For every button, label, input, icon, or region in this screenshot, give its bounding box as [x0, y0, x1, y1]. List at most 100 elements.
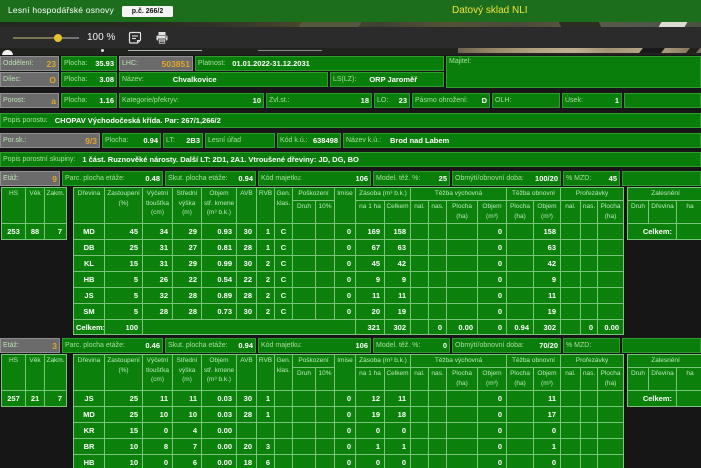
table-cell: 63 — [534, 240, 560, 255]
column-header-vek: Věk — [26, 355, 44, 390]
table-cell: 0.89 — [202, 288, 236, 303]
table-cell: 0.81 — [202, 240, 236, 255]
column-header-zasoba: Zásoba (m³ b.k.) — [356, 355, 410, 367]
table-cell — [581, 240, 597, 255]
table-cell: 1 — [257, 391, 274, 406]
column-subheader-nal: nal. — [561, 201, 580, 223]
table-cell: 29 — [173, 224, 201, 239]
field-plocha-oddeleni: Plocha: 35.93 — [61, 56, 117, 71]
table-cell: 5 — [105, 272, 142, 287]
field-label: Etáž: — [3, 342, 19, 349]
table-cell — [598, 240, 623, 255]
field-label: Kategorie/překryv: — [122, 97, 179, 104]
column-header-prorezavky: Prořezávky — [561, 355, 623, 367]
table-cell: 2 — [257, 304, 274, 319]
column-subheader-nal: nal. — [411, 201, 428, 223]
table-cell — [447, 272, 477, 287]
column-subheader-pct10: 10% — [316, 368, 334, 390]
notes-icon[interactable] — [128, 31, 142, 45]
table-cell — [447, 455, 477, 468]
table-cell — [507, 423, 533, 438]
table-cell: 0 — [478, 224, 506, 239]
column-subheader-plocha_ha: Plocha (ha) — [507, 368, 533, 390]
table-cell: 1 — [356, 439, 384, 454]
field-skut-plocha-etaze: Skut. plocha etáže:0.94 — [165, 171, 256, 186]
column-subheader-druh: Druh — [628, 368, 648, 390]
total-cell: 100 — [105, 320, 142, 334]
field-value: 1 část. Ruznověké nárosty. Další LT: 2D1… — [82, 155, 358, 164]
table-cell — [507, 391, 533, 406]
table-cell: 25 — [105, 407, 142, 422]
table-cell: 0.93 — [202, 224, 236, 239]
table-cell — [293, 288, 315, 303]
table-cell: 30 — [237, 391, 256, 406]
total-cell: 302 — [385, 320, 410, 334]
field-value: 01.01.2022-31.12.2031 — [232, 59, 310, 68]
table-cell: 0 — [356, 423, 384, 438]
zoom-slider[interactable] — [13, 27, 79, 48]
field-nazev-ku: Název k.ú.: Brod nad Labem — [343, 133, 701, 148]
table-cell: 2 — [257, 288, 274, 303]
table-cell — [581, 423, 597, 438]
table-cell — [237, 423, 256, 438]
field-label: Dílec: — [3, 76, 21, 83]
table-cell: 25 — [105, 391, 142, 406]
hs-cell: 253 — [2, 224, 25, 239]
table-cell: 3 — [257, 439, 274, 454]
table-cell — [581, 391, 597, 406]
zalesneni-table: ZalesněníDruhDřevinahaCelkem: — [627, 187, 701, 240]
field-row-popis-ps: Popis porostní skupiny: 1 část. Ruznověk… — [0, 152, 701, 167]
field-label: Skut. plocha etáže: — [168, 342, 228, 349]
field-plocha-dilec: Plocha: 3.08 — [61, 72, 117, 87]
table-cell — [293, 224, 315, 239]
column-header-gen_klas: Gen. klas. — [275, 188, 292, 223]
printer-icon[interactable] — [155, 31, 169, 45]
field-label: Plocha: — [64, 60, 87, 67]
map-marker-dot — [101, 49, 104, 52]
table-cell — [581, 288, 597, 303]
zalesneni-table: ZalesněníDruhDřevinahaCelkem: — [627, 354, 701, 407]
zoom-value: 100 % — [87, 32, 115, 43]
table-cell — [316, 224, 334, 239]
field-value: 0.94 — [238, 174, 253, 183]
table-cell: 10 — [105, 439, 142, 454]
table-cell: 18 — [237, 455, 256, 468]
table-cell: 11 — [534, 391, 560, 406]
table-cell: 11 — [385, 288, 410, 303]
table-cell — [257, 423, 274, 438]
table-cell — [316, 256, 334, 271]
column-header-vycetni: Výčetní tloušťka (cm) — [143, 355, 172, 390]
table-cell — [293, 304, 315, 319]
table-cell — [316, 240, 334, 255]
table-cell: C — [275, 256, 292, 271]
field-dilec: Dílec: O — [0, 72, 59, 87]
table-cell: C — [275, 240, 292, 255]
field-porsk: Por.sk.: 9/3 — [0, 133, 100, 148]
table-cell: KL — [74, 256, 104, 271]
zoom-slider-knob[interactable] — [54, 34, 62, 42]
table-cell: 32 — [143, 288, 172, 303]
table-cell — [598, 288, 623, 303]
toolbar: 100 % — [0, 27, 701, 48]
field-oddeleni: Oddělení: 23 — [0, 56, 59, 71]
hs-vek-zakm-table: HSVěkZakm.253887 — [1, 187, 67, 240]
field-label: Kód majetku: — [261, 175, 302, 182]
column-header-zakm: Zakm. — [45, 355, 66, 390]
table-cell — [561, 391, 580, 406]
field-value: 2B3 — [186, 136, 200, 145]
table-cell: C — [275, 272, 292, 287]
column-header-avb: AVB — [237, 355, 256, 390]
table-cell — [507, 439, 533, 454]
field-label: Oddělení: — [3, 60, 33, 67]
field-value: 9/3 — [85, 136, 97, 146]
total-merged-cell — [143, 320, 355, 334]
column-subheader-objem_m3: Objem (m³) — [534, 368, 560, 390]
table-cell: 0 — [335, 304, 355, 319]
table-cell — [293, 391, 315, 406]
parcel-badge[interactable]: p.č. 266/2 — [122, 6, 173, 17]
table-cell: 45 — [105, 224, 142, 239]
field-plocha-porsk: Plocha: 0.94 — [102, 133, 161, 148]
form-scroll-area[interactable]: Oddělení: 23 Plocha: 35.93 LHC: 503851 P… — [0, 55, 701, 468]
table-cell: MD — [74, 407, 104, 422]
table-cell: 12 — [356, 391, 384, 406]
